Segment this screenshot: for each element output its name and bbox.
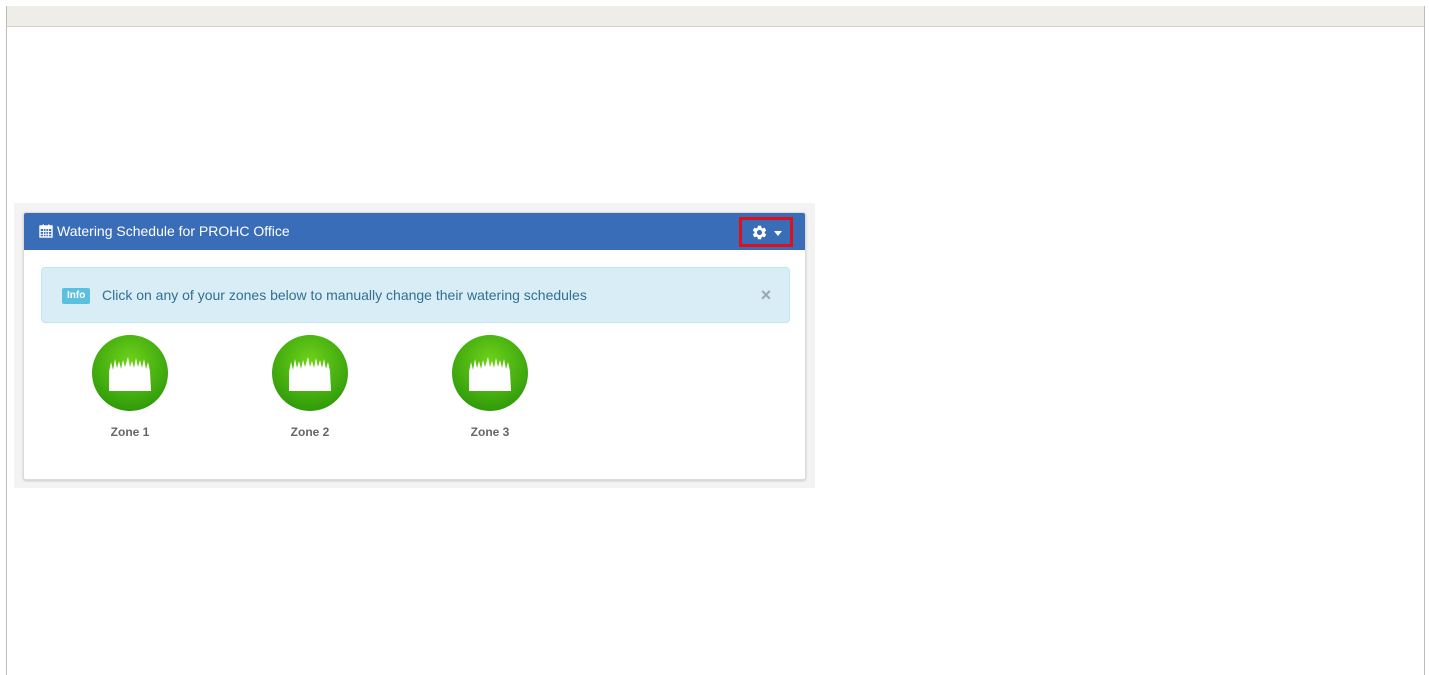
panel-heading: Watering Schedule for PROHC Office [24,213,805,250]
calendar-icon [39,224,53,238]
zone-2[interactable]: Zone 2 [250,334,370,452]
info-alert-message: Click on any of your zones below to manu… [102,287,587,303]
settings-dropdown-button[interactable] [739,217,793,247]
panel-title: Watering Schedule for PROHC Office [57,223,290,239]
zone-3[interactable]: Zone 3 [430,334,550,452]
info-alert: Info Click on any of your zones below to… [41,267,790,323]
frame-border-left [6,6,7,675]
chevron-down-icon [774,231,782,236]
info-badge: Info [62,288,91,304]
panel-title-wrap: Watering Schedule for PROHC Office [39,213,290,250]
zone-label: Zone 2 [290,425,330,439]
grass-icon [452,335,528,411]
gear-icon [752,225,767,240]
grass-icon [92,335,168,411]
watering-schedule-panel: Watering Schedule for PROHC Office Info … [23,212,806,480]
close-icon[interactable]: × [758,285,774,305]
grass-icon [272,335,348,411]
frame-border-right [1424,6,1425,675]
zone-label: Zone 1 [110,425,150,439]
zone-label: Zone 3 [470,425,510,439]
zone-1[interactable]: Zone 1 [70,334,190,452]
page-header-band [6,6,1424,27]
